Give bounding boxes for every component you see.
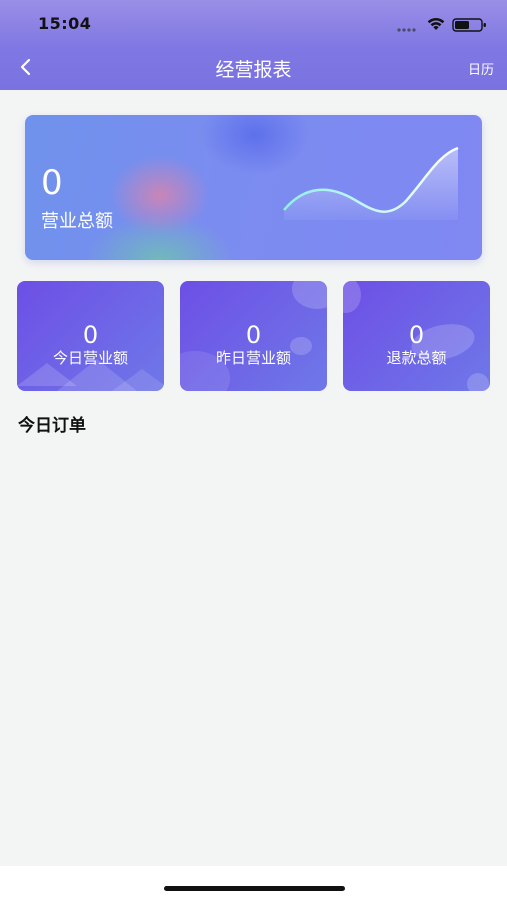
card-decoration [343, 281, 361, 313]
card-decoration [292, 281, 327, 309]
page-title: 经营报表 [215, 59, 292, 81]
total-revenue-label: 营业总额 [41, 211, 113, 232]
yesterday-revenue-value: 0 [245, 321, 262, 349]
refund-total-label: 退款总额 [386, 349, 447, 367]
yesterday-revenue-card: 0 昨日营业额 [180, 281, 327, 391]
calendar-button[interactable]: 日历 [468, 59, 494, 78]
header: 15:04 经营报表 日历 [0, 0, 507, 90]
home-indicator[interactable] [164, 886, 345, 891]
today-orders-title: 今日订单 [18, 416, 86, 436]
trend-wave-graphic [283, 146, 459, 220]
cellular-signal-icon [397, 28, 416, 32]
battery-icon [452, 18, 486, 32]
card-decoration [110, 155, 210, 235]
today-revenue-label: 今日营业额 [52, 349, 128, 367]
bottom-safe-area [0, 866, 507, 900]
today-revenue-card: 0 今日营业额 [17, 281, 164, 391]
refund-total-card: 0 退款总额 [343, 281, 490, 391]
refund-total-value: 0 [408, 321, 425, 349]
today-revenue-value: 0 [82, 321, 99, 349]
status-time: 15:04 [38, 14, 92, 33]
yesterday-revenue-label: 昨日营业额 [215, 349, 291, 367]
total-revenue-value: 0 [41, 163, 63, 203]
wifi-icon [427, 17, 445, 30]
total-revenue-card: 0 营业总额 [25, 115, 482, 260]
card-decoration [467, 373, 489, 391]
